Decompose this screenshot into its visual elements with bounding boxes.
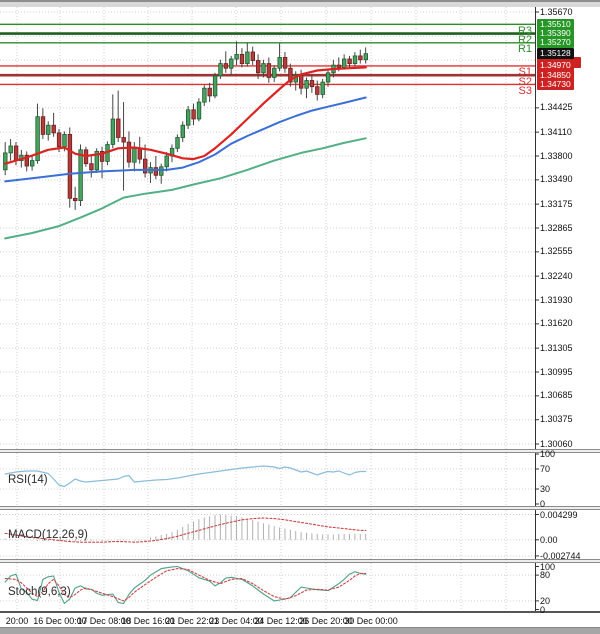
candle-down	[256, 61, 260, 73]
candle-down	[337, 65, 341, 67]
candle-up	[186, 110, 190, 125]
candle-down	[316, 87, 320, 95]
candle-down	[267, 64, 271, 78]
candle-down	[299, 75, 303, 88]
candle-up	[246, 52, 250, 64]
candle-up	[326, 73, 330, 82]
chart-canvas[interactable]	[0, 0, 600, 634]
time-label: 20:00	[6, 616, 29, 626]
candle-down	[348, 59, 352, 64]
candle-down	[138, 148, 142, 159]
trading-chart-window: RSI(14) MACD(12,26,9) Stoch(9,6,3) 1.356…	[0, 0, 600, 634]
candle-up	[4, 153, 8, 170]
candle-down	[143, 159, 147, 173]
candle-up	[235, 54, 239, 59]
candle-down	[283, 57, 287, 68]
candle-up	[278, 57, 282, 68]
candle-down	[122, 138, 126, 143]
candle-up	[364, 54, 368, 60]
candle-up	[219, 64, 223, 76]
candle-up	[111, 119, 115, 144]
candle-down	[68, 134, 72, 198]
candle-up	[305, 81, 309, 89]
candle-down	[154, 168, 158, 176]
candle-down	[127, 142, 131, 162]
candle-up	[230, 59, 234, 68]
candle-up	[9, 146, 13, 153]
candle-down	[41, 117, 45, 135]
time-label: 30 Dec 00:00	[344, 616, 398, 626]
candle-up	[63, 134, 67, 146]
stoch-label: Stoch(9,6,3)	[8, 586, 71, 599]
candle-down	[73, 198, 77, 200]
candle-down	[57, 133, 61, 147]
ma-slow-green	[5, 138, 366, 238]
candle-down	[224, 64, 228, 69]
candle-up	[30, 161, 34, 166]
candle-up	[342, 59, 346, 68]
window-bottom-edge	[0, 627, 600, 634]
candle-down	[14, 146, 18, 161]
candle-down	[117, 119, 121, 138]
time-axis[interactable]: 20:0016 Dec 00:0017 Dec 08:0018 Dec 16:0…	[0, 613, 600, 627]
macd-label: MACD(12,26,9)	[8, 529, 88, 542]
candle-up	[203, 88, 207, 102]
rsi-line	[5, 466, 366, 487]
rsi-label: RSI(14)	[8, 474, 48, 487]
candle-up	[160, 167, 164, 176]
candle-up	[197, 102, 201, 119]
candle-up	[262, 64, 266, 73]
candle-up	[79, 150, 83, 201]
candle-down	[240, 54, 244, 63]
candle-down	[310, 81, 314, 87]
candle-down	[208, 88, 212, 96]
candle-down	[251, 52, 255, 61]
candle-up	[321, 82, 325, 94]
candle-up	[213, 76, 217, 96]
panel-separator[interactable]	[0, 559, 600, 563]
panel-separator[interactable]	[0, 449, 600, 453]
candle-down	[52, 125, 56, 133]
candle-down	[90, 164, 94, 170]
candle-up	[47, 125, 51, 134]
candle-up	[353, 56, 357, 64]
candle-down	[359, 56, 363, 60]
candle-up	[176, 138, 180, 149]
panel-separator[interactable]	[0, 506, 600, 510]
candle-up	[273, 68, 277, 77]
candle-up	[133, 148, 137, 162]
candle-up	[165, 156, 169, 167]
candle-down	[192, 110, 196, 119]
candle-up	[181, 125, 185, 137]
